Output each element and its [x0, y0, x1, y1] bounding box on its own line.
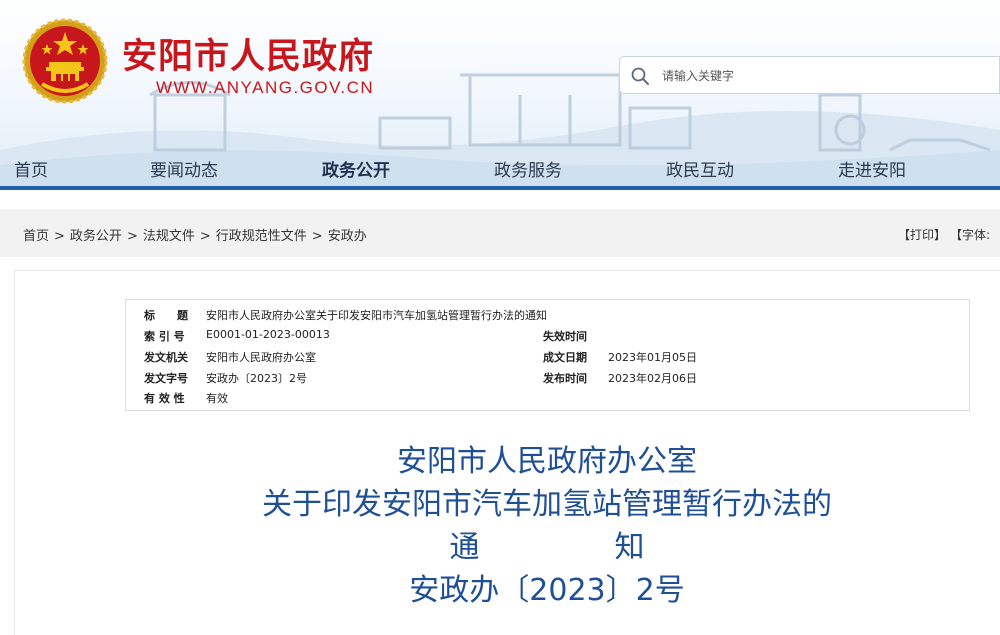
- nav-item-about-anyang[interactable]: 走进安阳: [838, 156, 906, 181]
- document-title-char-tong: 通: [449, 530, 480, 565]
- site-title[interactable]: 安阳市人民政府: [122, 28, 374, 79]
- meta-index-label: 索 引 号: [144, 330, 185, 343]
- meta-title-value: 安阳市人民政府办公室关于印发安阳市汽车加氢站管理暂行办法的通知: [206, 309, 547, 322]
- document-title-line-2: 关于印发安阳市汽车加氢站管理暂行办法的: [262, 487, 832, 522]
- meta-title-label: 标 题: [144, 309, 188, 322]
- nav-item-news[interactable]: 要闻动态: [150, 156, 218, 181]
- meta-date-value: 2023年01月05日: [608, 351, 697, 364]
- print-button[interactable]: 【打印】: [898, 228, 946, 242]
- meta-docno-label: 发文字号: [144, 372, 188, 385]
- search-input[interactable]: [660, 62, 984, 90]
- nav-item-government-affairs-open[interactable]: 政务公开: [322, 156, 390, 181]
- meta-docno-value: 安政办〔2023〕2号: [206, 372, 307, 385]
- meta-issuer-value: 安阳市人民政府办公室: [206, 351, 316, 364]
- document-metadata-table: 标 题 安阳市人民政府办公室关于印发安阳市汽车加氢站管理暂行办法的通知 索 引 …: [125, 299, 970, 411]
- meta-index-value: E0001-01-2023-00013: [206, 328, 330, 341]
- document-title-line-1: 安阳市人民政府办公室: [397, 444, 697, 479]
- main-nav: 首页 要闻动态 政务公开 政务服务 政民互动 走进安阳: [0, 150, 1000, 186]
- breadcrumb-separator: >: [199, 229, 211, 244]
- breadcrumb-bar: 首页 > 政务公开 > 法规文件 > 行政规范性文件 > 安政办 【打印】 【字体:: [0, 209, 1000, 257]
- site-header: 安阳市人民政府 WWW.ANYANG.GOV.CN 首页 要闻动态 政务公开 政…: [0, 0, 1000, 190]
- nav-underline: [0, 186, 1000, 190]
- breadcrumb-government-affairs-open[interactable]: 政务公开: [70, 229, 122, 244]
- breadcrumb-normative-documents[interactable]: 行政规范性文件: [216, 229, 307, 244]
- meta-issuer-label: 发文机关: [144, 351, 188, 364]
- breadcrumb-separator: >: [126, 229, 138, 244]
- meta-publish-label: 发布时间: [543, 372, 587, 385]
- document-number: 安政办〔2023〕2号: [409, 573, 685, 608]
- nav-item-government-services[interactable]: 政务服务: [494, 156, 562, 181]
- site-domain: WWW.ANYANG.GOV.CN: [156, 78, 375, 97]
- nav-item-public-interaction[interactable]: 政民互动: [666, 156, 734, 181]
- font-size-control[interactable]: 【字体:: [956, 228, 990, 242]
- breadcrumb-anzhengban[interactable]: 安政办: [328, 229, 367, 244]
- search-icon[interactable]: [630, 66, 650, 86]
- breadcrumb-separator: >: [54, 229, 65, 244]
- meta-publish-value: 2023年02月06日: [608, 372, 697, 385]
- national-emblem-logo: [22, 18, 108, 104]
- document-title-char-zhi: 知: [614, 530, 645, 565]
- breadcrumb: 首页 > 政务公开 > 法规文件 > 行政规范性文件 > 安政办: [23, 225, 367, 244]
- article-tools: 【打印】 【字体:: [898, 226, 1000, 243]
- nav-item-home[interactable]: 首页: [14, 156, 48, 181]
- breadcrumb-regulations[interactable]: 法规文件: [143, 229, 195, 244]
- meta-date-label: 成文日期: [543, 351, 587, 364]
- breadcrumb-separator: >: [311, 229, 323, 244]
- search-box: [619, 56, 1000, 94]
- document-title: 安阳市人民政府办公室 关于印发安阳市汽车加氢站管理暂行办法的 通知 安政办〔20…: [0, 440, 1000, 612]
- meta-validity-value: 有效: [206, 392, 228, 405]
- meta-validity-label: 有 效 性: [144, 392, 185, 405]
- meta-expire-label: 失效时间: [543, 330, 587, 343]
- breadcrumb-home[interactable]: 首页: [23, 229, 49, 244]
- document-title-line-3: 通知: [0, 526, 1000, 569]
